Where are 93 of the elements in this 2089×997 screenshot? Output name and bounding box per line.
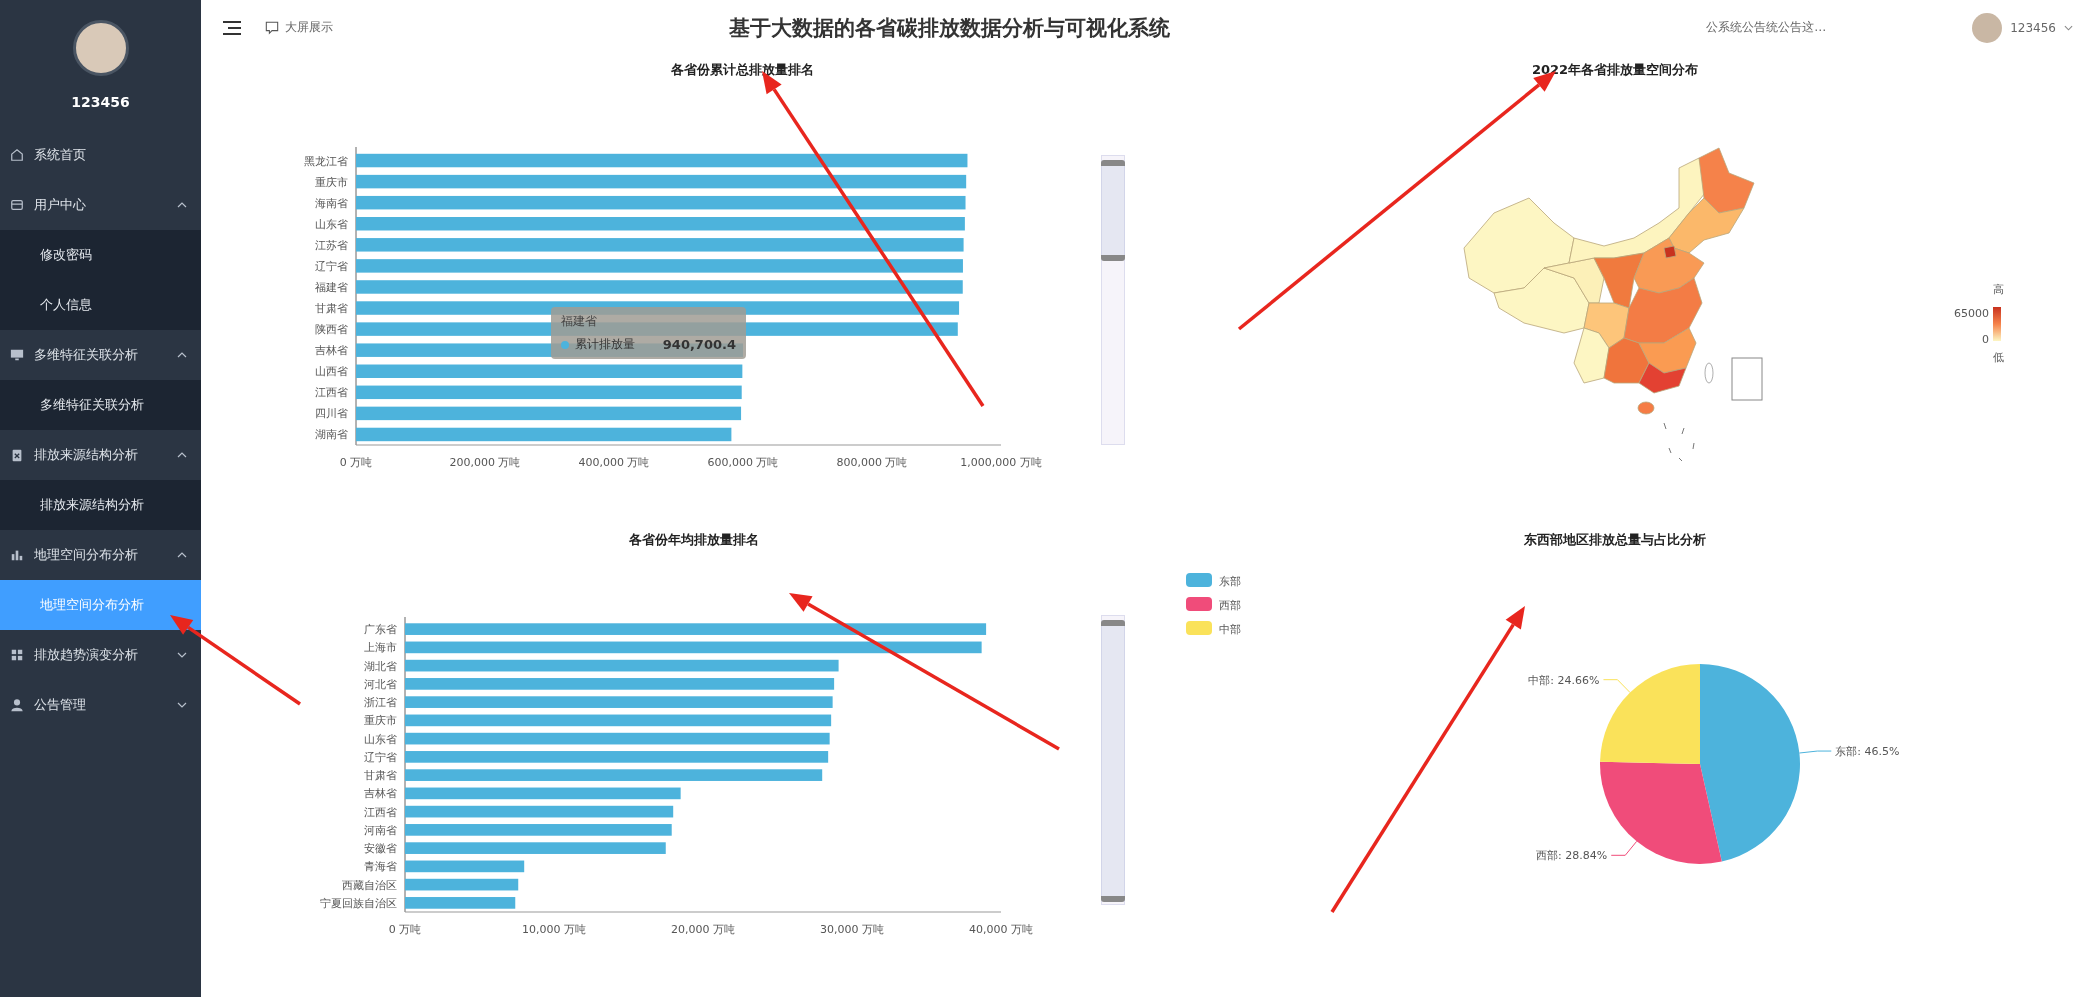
axis-label: 广东省: [364, 623, 397, 637]
leader-line: [1798, 750, 1832, 754]
axis-tick-label: 1,000,000 万吨: [960, 456, 1042, 469]
data-label: 中部: 24.66%: [1528, 673, 1600, 687]
axis-label: 宁夏回族自治区: [320, 896, 397, 910]
data-label: 西部: 28.84%: [1536, 849, 1608, 863]
leader-line: [1610, 840, 1638, 856]
axis-label: 陕西省: [315, 323, 348, 337]
tooltip-value: 940,700.4: [662, 337, 736, 352]
leader-line: [1602, 679, 1631, 694]
legend-label: 低: [1992, 351, 2004, 364]
axis-tick-label: 0 万吨: [388, 923, 422, 936]
zoom-window[interactable]: [1101, 160, 1125, 261]
legend-label[interactable]: 东部: [1219, 575, 1241, 588]
submenu-item[interactable]: 修改密码: [0, 230, 201, 280]
axis-label: 辽宁省: [315, 259, 348, 273]
legend-label: 0: [1982, 333, 1989, 346]
axis-label: 湖北省: [364, 659, 397, 673]
menu-icon[interactable]: [223, 20, 241, 35]
axis-tick-label: 800,000 万吨: [836, 456, 908, 469]
axis-label: 上海市: [364, 641, 397, 655]
monitor-icon: [10, 348, 24, 362]
page-title: 基于大数据的各省碳排放数据分析与可视化系统: [729, 14, 1170, 42]
axis-tick-label: 200,000 万吨: [449, 456, 521, 469]
chart-title: 各省份年均排放量排名: [628, 531, 760, 549]
axis-label: 重庆市: [315, 175, 348, 189]
axis-tick-label: 0 万吨: [339, 456, 373, 469]
clipboard-icon: [10, 448, 24, 462]
legend-label: 高: [1992, 283, 2004, 296]
axis-label: 青海省: [364, 860, 397, 874]
axis-label: 江西省: [315, 386, 348, 400]
grid-icon: [10, 648, 24, 662]
legend-swatch[interactable]: [1186, 621, 1212, 635]
tooltip-series: 累计排放量: [575, 336, 635, 353]
axis-label: 江苏省: [315, 238, 348, 252]
caret-icon: [177, 202, 187, 208]
caret-icon: [177, 702, 187, 708]
axis-label: 安徽省: [364, 842, 397, 856]
submenu-item[interactable]: 排放来源结构分析: [0, 480, 201, 530]
axis-label: 甘肃省: [364, 769, 397, 783]
caret-icon: [177, 552, 187, 558]
axis-label: 山西省: [315, 365, 348, 379]
axis-label: 辽宁省: [364, 750, 397, 764]
screen-link[interactable]: 大屏展示: [259, 18, 339, 37]
axis-label: 湖南省: [315, 428, 348, 442]
legend-label: 65000: [1954, 307, 1989, 320]
legend-label[interactable]: 西部: [1219, 599, 1241, 612]
axis-tick-label: 400,000 万吨: [578, 456, 650, 469]
axis-tick-label: 600,000 万吨: [707, 456, 779, 469]
axis-label: 山东省: [315, 217, 348, 231]
axis-label: 海南省: [315, 196, 348, 210]
card-icon: [10, 198, 24, 212]
axis-label: 江西省: [364, 805, 397, 819]
axis-label: 山东省: [364, 732, 397, 746]
submenu-item[interactable]: 多维特征关联分析: [0, 380, 201, 430]
axis-label: 黑龙江省: [304, 154, 348, 168]
data-label: 东部: 46.5%: [1835, 745, 1900, 759]
axis-label: 吉林省: [315, 344, 348, 358]
axis-label: 河北省: [364, 677, 397, 691]
chart-title: 东西部地区排放总量与占比分析: [1523, 531, 1707, 549]
caret-icon: [177, 352, 187, 358]
caret-icon: [177, 452, 187, 458]
chat-icon: [265, 20, 279, 35]
color-scale[interactable]: [1993, 307, 2001, 341]
tooltip-title: 福建省: [561, 313, 598, 330]
axis-tick-label: 30,000 万吨: [820, 923, 884, 936]
axis-tick-label: 20,000 万吨: [671, 923, 735, 936]
chart-title: 2022年各省排放量空间分布: [1530, 61, 1700, 79]
pie-slice[interactable]: [1700, 664, 1800, 862]
axis-label: 河南省: [364, 823, 397, 837]
notice-ticker: 公系统公告统公告这…: [1706, 19, 1827, 36]
axis-tick-label: 40,000 万吨: [969, 923, 1033, 936]
legend-swatch[interactable]: [1186, 597, 1212, 611]
axis-label: 吉林省: [364, 787, 397, 801]
home-icon: [10, 148, 24, 162]
bar-chart-icon: [10, 548, 24, 562]
user-icon: [10, 698, 24, 712]
axis-label: 重庆市: [364, 714, 397, 728]
caret-icon: [177, 652, 187, 658]
legend-swatch[interactable]: [1186, 573, 1212, 587]
legend-label[interactable]: 中部: [1219, 623, 1241, 636]
submenu-item[interactable]: 个人信息: [0, 280, 201, 330]
user-menu[interactable]: 123456: [1966, 11, 2079, 44]
user-name: 123456: [71, 94, 130, 110]
axis-label: 浙江省: [364, 696, 397, 710]
axis-label: 西藏自治区: [342, 878, 397, 892]
axis-tick-label: 10,000 万吨: [522, 923, 586, 936]
data-zoom-slider[interactable]: [1101, 155, 1125, 445]
axis-label: 四川省: [315, 407, 348, 421]
caret-icon: [2064, 24, 2073, 31]
axis-label: 福建省: [315, 280, 348, 294]
axis-label: 甘肃省: [315, 302, 348, 316]
avatar: [1972, 12, 2003, 43]
